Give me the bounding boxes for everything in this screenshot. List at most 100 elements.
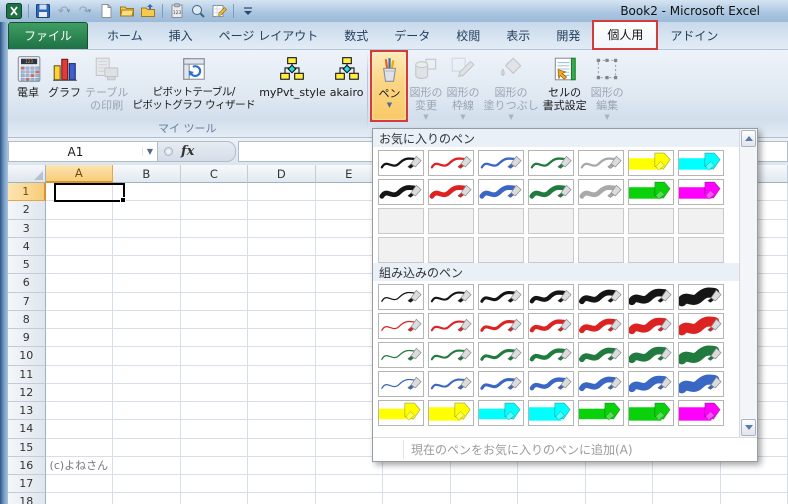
row-header-9[interactable]: 9 — [8, 329, 46, 347]
row-header-2[interactable]: 2 — [8, 201, 46, 219]
pen-swatch-green[interactable] — [678, 342, 724, 368]
cell-A1[interactable] — [46, 183, 114, 201]
row-header-13[interactable]: 13 — [8, 402, 46, 420]
paste-values-button[interactable]: 123 — [168, 3, 186, 20]
cell-C6[interactable] — [181, 274, 249, 292]
cell-C15[interactable] — [181, 439, 249, 457]
cell-B15[interactable] — [113, 439, 181, 457]
pen-swatch-green[interactable] — [478, 342, 524, 368]
row-header-10[interactable]: 10 — [8, 347, 46, 365]
cell-B1[interactable] — [113, 183, 181, 201]
cell-A13[interactable] — [46, 402, 114, 420]
column-header-A[interactable]: A — [46, 165, 113, 183]
cell-J17[interactable] — [653, 475, 721, 493]
cell-C2[interactable] — [181, 201, 249, 219]
new-document-button[interactable] — [97, 3, 115, 20]
cell-B14[interactable] — [113, 420, 181, 438]
cell-D2[interactable] — [248, 201, 316, 219]
highlighter-swatch-lime[interactable] — [628, 400, 674, 426]
pen-swatch-green[interactable] — [428, 342, 474, 368]
cell-A12[interactable] — [46, 384, 114, 402]
formula-bar-handle[interactable] — [164, 147, 173, 156]
cell-A9[interactable] — [46, 329, 114, 347]
cell-B9[interactable] — [113, 329, 181, 347]
pen-swatch-blue[interactable] — [628, 371, 674, 397]
highlighter-swatch-cyan[interactable] — [528, 400, 574, 426]
pen-swatch-red[interactable] — [628, 313, 674, 339]
cell-B7[interactable] — [113, 293, 181, 311]
cell-B18[interactable] — [113, 493, 181, 504]
tab-view[interactable]: 表示 — [493, 23, 543, 49]
cell-A7[interactable] — [46, 293, 114, 311]
pen-swatch-blue[interactable] — [378, 371, 424, 397]
pen-swatch-blue[interactable] — [478, 150, 524, 176]
cell-B8[interactable] — [113, 311, 181, 329]
pen-button[interactable]: ペン▼ — [371, 51, 407, 121]
cell-B13[interactable] — [113, 402, 181, 420]
cell-D8[interactable] — [248, 311, 316, 329]
cell-D5[interactable] — [248, 256, 316, 274]
row-header-5[interactable]: 5 — [8, 256, 46, 274]
cell-A14[interactable] — [46, 420, 114, 438]
row-header-3[interactable]: 3 — [8, 220, 46, 238]
cell-A6[interactable] — [46, 274, 114, 292]
pen-swatch-red[interactable] — [578, 313, 624, 339]
pen-swatch-red[interactable] — [478, 313, 524, 339]
cell-D15[interactable] — [248, 439, 316, 457]
cell-K18[interactable] — [721, 493, 788, 504]
select-all-corner[interactable] — [8, 165, 46, 183]
cell-J18[interactable] — [653, 493, 721, 504]
pen-swatch-red[interactable] — [678, 313, 724, 339]
pen-swatch-blue[interactable] — [528, 371, 574, 397]
cell-B2[interactable] — [113, 201, 181, 219]
row-header-4[interactable]: 4 — [8, 238, 46, 256]
insert-function-button[interactable]: fx — [181, 144, 194, 159]
highlighter-swatch-cyan[interactable] — [678, 150, 724, 176]
tab-file[interactable]: ファイル — [8, 22, 88, 49]
pen-swatch-black[interactable] — [378, 179, 424, 205]
cell-A18[interactable] — [46, 493, 114, 504]
highlighter-swatch-lime[interactable] — [628, 179, 674, 205]
open-folder-button[interactable] — [118, 3, 136, 20]
pen-swatch-blue[interactable] — [428, 371, 474, 397]
column-header-C[interactable]: C — [181, 165, 248, 183]
cell-D9[interactable] — [248, 329, 316, 347]
cell-B5[interactable] — [113, 256, 181, 274]
cell-D18[interactable] — [248, 493, 316, 504]
cell-D6[interactable] — [248, 274, 316, 292]
cell-C11[interactable] — [181, 366, 249, 384]
pen-swatch-gray[interactable] — [578, 179, 624, 205]
row-header-1[interactable]: 1 — [8, 183, 46, 201]
cell-D16[interactable] — [248, 457, 316, 475]
cell-I18[interactable] — [586, 493, 654, 504]
pen-swatch-black[interactable] — [378, 150, 424, 176]
pivot-wizard-button[interactable]: ピボットテーブル/ ピボットグラフ ウィザード — [130, 51, 257, 121]
pen-swatch-gray[interactable] — [578, 150, 624, 176]
cell-C1[interactable] — [181, 183, 249, 201]
pen-swatch-green[interactable] — [578, 342, 624, 368]
cell-A11[interactable] — [46, 366, 114, 384]
highlighter-swatch-yellow[interactable] — [378, 400, 424, 426]
add-to-favorites-item[interactable]: 現在のペンをお気に入りのペンに追加(A) — [373, 437, 757, 461]
tab-personal[interactable]: 個人用 — [593, 21, 657, 49]
name-box-dropdown-icon[interactable]: ▼ — [142, 147, 157, 156]
cell-H17[interactable] — [518, 475, 586, 493]
mypvt-style-button[interactable]: myPvt_style — [257, 51, 328, 121]
scroll-up-button[interactable] — [741, 130, 756, 147]
cell-I17[interactable] — [586, 475, 654, 493]
cell-G17[interactable] — [451, 475, 519, 493]
cell-B4[interactable] — [113, 238, 181, 256]
pen-swatch-green[interactable] — [528, 342, 574, 368]
cell-A4[interactable] — [46, 238, 114, 256]
cell-E17[interactable] — [316, 475, 384, 493]
cell-B17[interactable] — [113, 475, 181, 493]
pen-swatch-green[interactable] — [628, 342, 674, 368]
tab-developer[interactable]: 開発 — [543, 23, 593, 49]
pen-swatch-blue[interactable] — [478, 371, 524, 397]
pen-swatch-green[interactable] — [528, 179, 574, 205]
pen-swatch-red[interactable] — [428, 179, 474, 205]
cell-C3[interactable] — [181, 220, 249, 238]
cell-D17[interactable] — [248, 475, 316, 493]
tab-data[interactable]: データ — [381, 23, 443, 49]
name-box[interactable]: A1 ▼ — [8, 141, 158, 162]
